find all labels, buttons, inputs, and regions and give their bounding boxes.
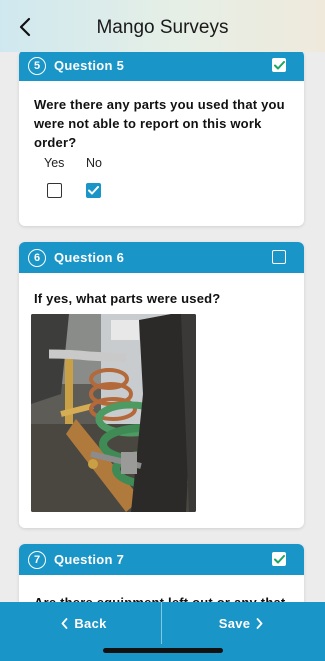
question-text: Are there equipment left out or any that — [19, 593, 304, 602]
question-title: Question 5 — [54, 58, 125, 73]
app-header: Mango Surveys — [0, 0, 325, 52]
question-number-badge: 7 — [28, 550, 46, 569]
question-number-badge: 6 — [28, 248, 46, 267]
checkmark-icon — [273, 60, 285, 69]
question-number-badge: 5 — [28, 56, 46, 75]
question-title: Question 6 — [54, 250, 125, 265]
option-yes-label: Yes — [44, 156, 65, 170]
question-card-6: 6 Question 6 If yes, what parts were use… — [19, 242, 304, 528]
back-nav-button[interactable]: Back — [0, 602, 162, 644]
home-indicator — [103, 648, 223, 653]
chevron-left-icon — [61, 617, 68, 629]
question-header: 7 Question 7 — [19, 544, 304, 575]
checkmark-icon — [273, 554, 285, 563]
question-text: Were there any parts you used that you w… — [34, 97, 285, 150]
attached-photo[interactable] — [31, 314, 196, 512]
chevron-right-icon — [256, 617, 263, 629]
question-title: Question 7 — [54, 552, 125, 567]
save-label: Save — [218, 615, 251, 631]
option-no-label: No — [86, 156, 102, 170]
answered-checkbox — [272, 552, 286, 566]
question-header: 6 Question 6 — [19, 242, 304, 273]
footer-divider — [161, 602, 162, 644]
question-card-5: 5 Question 5 Were there any parts you us… — [19, 52, 304, 226]
option-no-checkbox[interactable] — [86, 183, 101, 198]
question-text: If yes, what parts were used? — [34, 291, 221, 306]
survey-scroll-area[interactable]: 5 Question 5 Were there any parts you us… — [0, 52, 325, 602]
answered-checkbox — [272, 250, 286, 264]
question-header: 5 Question 5 — [19, 52, 304, 81]
save-button[interactable]: Save — [163, 602, 325, 644]
question-card-7: 7 Question 7 Are there equipment left ou… — [19, 544, 304, 602]
checkmark-icon — [88, 186, 99, 195]
back-label: Back — [74, 615, 107, 631]
option-yes-checkbox[interactable] — [47, 183, 62, 198]
answered-checkbox — [272, 58, 286, 72]
photo-image — [31, 314, 196, 512]
page-title: Mango Surveys — [96, 17, 229, 38]
